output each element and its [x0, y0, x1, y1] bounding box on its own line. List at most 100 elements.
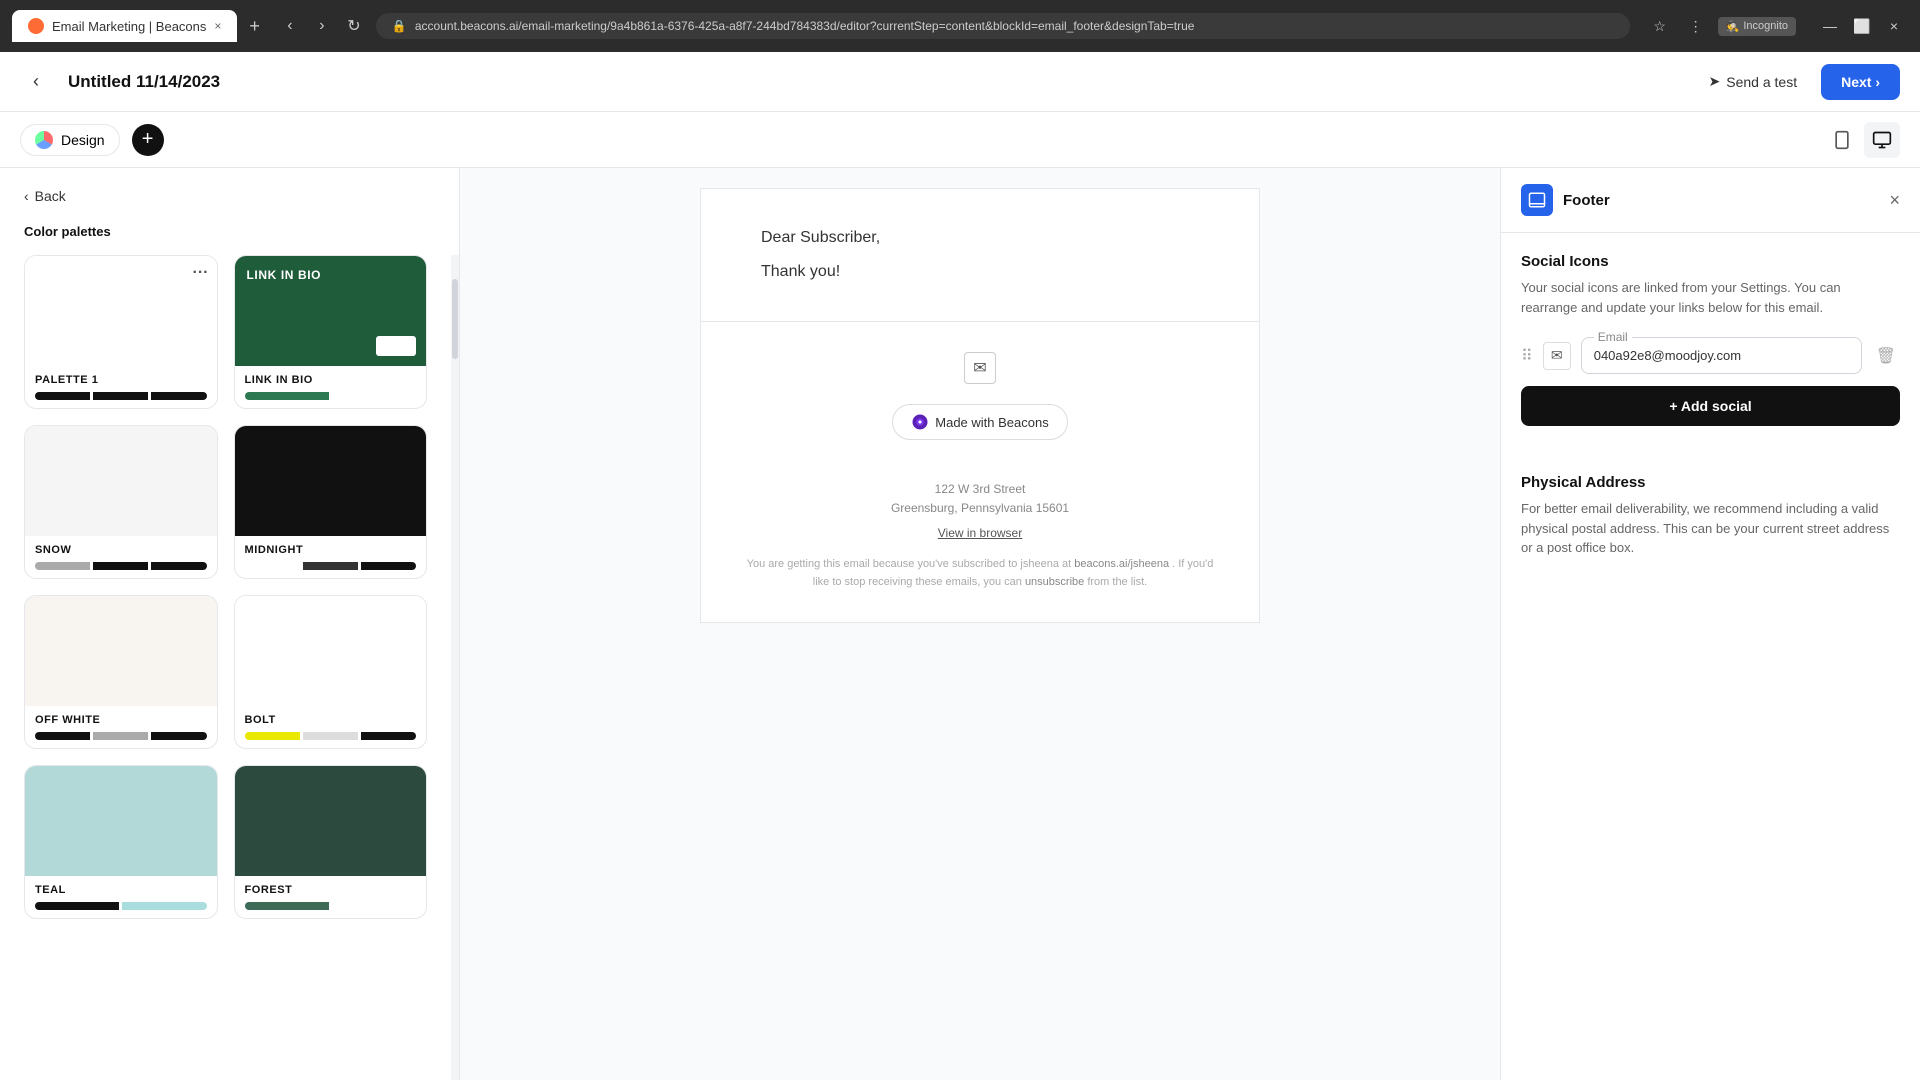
send-test-button[interactable]: ➤ Send a test	[1697, 65, 1810, 98]
browser-actions: ☆ ⋮ 🕵 Incognito	[1646, 12, 1796, 40]
scroll-track[interactable]	[451, 255, 459, 1080]
email-body: Dear Subscriber, Thank you!	[701, 189, 1259, 321]
panel-back-label: Back	[35, 188, 66, 204]
palette-colors-strip	[245, 902, 417, 910]
mobile-view-button[interactable]	[1824, 122, 1860, 158]
palette-name-label: PALETTE 1	[35, 374, 207, 386]
email-input-wrapper: Email	[1581, 337, 1862, 374]
page-title: Untitled 11/14/2023	[68, 72, 1681, 92]
email-field-label: Email	[1594, 330, 1632, 344]
unsub-link[interactable]: beacons.ai/jsheena	[1074, 558, 1169, 570]
palette-colors-strip	[35, 392, 207, 400]
design-palette-icon	[35, 131, 53, 149]
email-social-icon: ✉	[964, 352, 996, 384]
browser-chrome: Email Marketing | Beacons × + ‹ › ↻ 🔒 ac…	[0, 0, 1920, 52]
main-content: ‹ Back Color palettes ··· PALETTE 1 LINK I…	[0, 168, 1920, 1080]
palette-label-text: LINK IN BIO	[247, 268, 322, 282]
palette-card-off-white[interactable]: OFF WHITE	[24, 595, 218, 749]
left-panel: ‹ Back Color palettes ··· PALETTE 1 LINK I…	[0, 168, 460, 1080]
add-block-button[interactable]: +	[132, 124, 164, 156]
palette-card-palette1[interactable]: ··· PALETTE 1	[24, 255, 218, 409]
next-button[interactable]: Next ›	[1821, 64, 1900, 100]
palette-card-link-in-bio[interactable]: LINK IN BIOLINK IN BIO	[234, 255, 428, 409]
reload-button[interactable]: ↻	[340, 12, 368, 40]
email-preview-area[interactable]: Dear Subscriber, Thank you! ✉	[460, 168, 1500, 1080]
made-with-beacons-button[interactable]: Made with Beacons	[892, 404, 1067, 440]
bookmark-button[interactable]: ☆	[1646, 12, 1674, 40]
footer-address: 122 W 3rd Street Greensburg, Pennsylvani…	[741, 480, 1219, 518]
url-text: account.beacons.ai/email-marketing/9a4b8…	[415, 19, 1195, 33]
palette-colors-strip	[245, 732, 417, 740]
browser-nav-controls: ‹ › ↻	[276, 12, 368, 40]
palette-colors-strip	[35, 902, 207, 910]
palette-card-teal[interactable]: TEAL	[24, 765, 218, 919]
app-container: ‹ Untitled 11/14/2023 ➤ Send a test Next…	[0, 52, 1920, 1080]
physical-address-heading: Physical Address	[1521, 474, 1900, 491]
view-toggle-group	[1824, 122, 1900, 158]
footer-unsubscribe-text: You are getting this email because you'v…	[741, 556, 1219, 591]
palette-colors-strip	[35, 732, 207, 740]
palette-name-label: MIDNIGHT	[245, 544, 417, 556]
view-in-browser-link[interactable]: View in browser	[741, 526, 1219, 540]
panel-back-button[interactable]: ‹ Back	[24, 188, 66, 204]
email-footer-preview: ✉ Made with Beacons 122	[701, 321, 1259, 622]
social-icons-heading: Social Icons	[1521, 253, 1900, 270]
forward-browser-button[interactable]: ›	[308, 12, 336, 40]
design-button[interactable]: Design	[20, 124, 120, 156]
minimize-button[interactable]: —	[1816, 12, 1844, 40]
palette-indicator	[376, 336, 416, 356]
window-controls: — ⬜ ×	[1816, 12, 1908, 40]
palette-colors-strip	[245, 562, 417, 570]
email-body-text: Thank you!	[761, 263, 1199, 281]
address-line1: 122 W 3rd Street	[935, 482, 1026, 496]
desktop-icon	[1872, 130, 1892, 150]
incognito-badge: 🕵 Incognito	[1718, 17, 1796, 36]
tab-close-button[interactable]: ×	[214, 19, 221, 33]
palettes-section-title: Color palettes	[0, 220, 459, 255]
unsubscribe-link[interactable]: unsubscribe	[1025, 576, 1084, 588]
lock-icon: 🔒	[392, 19, 407, 33]
palette-card-midnight[interactable]: MIDNIGHT	[234, 425, 428, 579]
social-item-row: ⠿ ✉ Email 🗑	[1521, 337, 1900, 374]
palette-card-forest[interactable]: FOREST	[234, 765, 428, 919]
email-type-icon: ✉	[1543, 342, 1571, 370]
palettes-grid: ··· PALETTE 1 LINK IN BIOLINK IN BIOSNOW MI…	[24, 255, 427, 919]
send-test-label: Send a test	[1726, 74, 1797, 90]
footer-icon-svg	[1528, 191, 1546, 209]
scroll-thumb	[452, 279, 458, 359]
palettes-scroll-area[interactable]: ··· PALETTE 1 LINK IN BIOLINK IN BIOSNOW MI…	[0, 255, 451, 1080]
right-panel-content: Social Icons Your social icons are linke…	[1501, 233, 1920, 1080]
delete-social-button[interactable]: 🗑	[1872, 342, 1900, 370]
palette-colors-strip	[35, 562, 207, 570]
palette-card-snow[interactable]: SNOW	[24, 425, 218, 579]
address-line2: Greensburg, Pennsylvania 15601	[891, 501, 1069, 515]
mobile-icon	[1832, 130, 1852, 150]
send-icon: ➤	[1709, 73, 1721, 90]
panel-header: ‹ Back	[0, 168, 459, 220]
design-label: Design	[61, 132, 105, 148]
unsub-end: from the list.	[1087, 576, 1147, 588]
drag-handle-icon[interactable]: ⠿	[1521, 346, 1533, 366]
close-panel-button[interactable]: ×	[1889, 190, 1900, 211]
footer-block-icon	[1521, 184, 1553, 216]
browser-menu-button[interactable]: ⋮	[1682, 12, 1710, 40]
browser-tab[interactable]: Email Marketing | Beacons ×	[12, 10, 237, 42]
palette-name-label: TEAL	[35, 884, 207, 896]
back-browser-button[interactable]: ‹	[276, 12, 304, 40]
new-tab-button[interactable]: +	[245, 12, 264, 41]
maximize-button[interactable]: ⬜	[1848, 12, 1876, 40]
add-social-button[interactable]: + Add social	[1521, 386, 1900, 426]
desktop-view-button[interactable]	[1864, 122, 1900, 158]
address-bar[interactable]: 🔒 account.beacons.ai/email-marketing/9a4…	[376, 13, 1630, 39]
close-window-button[interactable]: ×	[1880, 12, 1908, 40]
app-back-button[interactable]: ‹	[20, 66, 52, 98]
email-preview: Dear Subscriber, Thank you! ✉	[700, 188, 1260, 623]
palette-card-bolt[interactable]: BOLT	[234, 595, 428, 749]
incognito-icon: 🕵	[1726, 20, 1740, 33]
palette-menu-icon[interactable]: ···	[193, 264, 209, 282]
right-panel-header: Footer ×	[1501, 168, 1920, 233]
made-with-label: Made with Beacons	[935, 415, 1048, 430]
beacons-icon	[911, 413, 929, 431]
physical-address-section: Physical Address For better email delive…	[1521, 474, 1900, 558]
palette-name-label: OFF WHITE	[35, 714, 207, 726]
